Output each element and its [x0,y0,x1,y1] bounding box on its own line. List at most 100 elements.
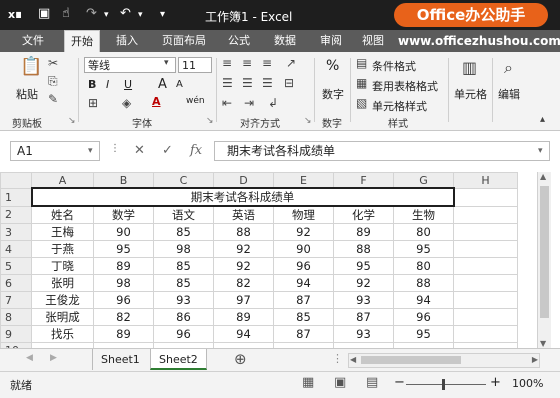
cell[interactable]: 98 [93,274,154,292]
cell[interactable]: 90 [93,223,154,241]
cell[interactable]: 92 [333,274,394,292]
scroll-left-icon[interactable]: ◀ [350,355,356,364]
tab-view[interactable]: 视图 [360,30,386,52]
font-size-combo[interactable]: 11 [178,57,212,73]
clipboard-launcher-icon[interactable]: ↘ [68,116,76,126]
column-header[interactable]: F [333,172,394,189]
cell[interactable]: 88 [213,223,274,241]
cell[interactable] [453,257,518,275]
cell[interactable]: 94 [393,291,454,309]
align-top-icon[interactable]: ≡ [222,56,232,70]
shrink-font-button[interactable]: A [176,79,183,90]
header-cell[interactable]: 姓名 [31,205,94,224]
tab-home[interactable]: 开始 [64,30,100,53]
number-group-button[interactable]: 数字 [322,86,344,102]
cell[interactable]: 89 [93,325,154,343]
cell[interactable]: 86 [153,308,214,326]
alignment-launcher-icon[interactable]: ↘ [304,116,312,126]
undo-icon[interactable]: ↶ [120,6,131,21]
cell[interactable]: 于燕 [31,240,94,258]
merge-center-icon[interactable]: ⊟ [284,76,294,90]
format-as-table-button[interactable]: 套用表格格式 [372,78,438,94]
align-bottom-icon[interactable]: ≡ [262,56,272,70]
orientation-icon[interactable]: ↗ [286,56,296,70]
wrap-text-icon[interactable]: ↲ [268,96,278,110]
cell[interactable]: 87 [273,291,334,309]
cell[interactable]: 95 [393,325,454,343]
formula-input[interactable]: 期末考试各科成绩单 [214,141,550,161]
tab-insert[interactable]: 插入 [114,30,140,52]
column-header[interactable]: G [393,172,454,189]
enter-icon[interactable]: ✓ [162,143,173,158]
cut-icon[interactable]: ✂ [48,56,58,70]
header-cell[interactable]: 物理 [273,205,334,224]
cell[interactable] [453,291,518,309]
align-center-icon[interactable]: ☰ [242,76,253,90]
new-sheet-icon[interactable]: ⊕ [234,350,247,368]
cell[interactable]: 95 [93,240,154,258]
cell[interactable]: 85 [153,274,214,292]
next-sheet-icon[interactable]: ▶ [50,353,57,363]
cell[interactable]: 98 [153,240,214,258]
cell[interactable]: 96 [93,291,154,309]
cell[interactable] [453,274,518,292]
cell[interactable]: 85 [273,308,334,326]
redo-dropdown-icon[interactable]: ▾ [104,10,109,20]
scroll-right-icon[interactable]: ▶ [532,355,538,364]
cell[interactable]: 82 [93,308,154,326]
save-icon[interactable]: ▣ [38,6,50,21]
tab-review[interactable]: 审阅 [318,30,344,52]
cell[interactable]: 94 [273,274,334,292]
align-left-icon[interactable]: ☰ [222,76,233,90]
select-all-corner[interactable] [0,172,32,189]
paste-button[interactable]: 粘贴 [16,86,38,102]
column-header[interactable]: A [31,172,94,189]
column-header[interactable]: B [93,172,154,189]
normal-view-icon[interactable]: ▦ [302,375,314,390]
cell-styles-icon[interactable]: ▧ [356,96,367,110]
cell[interactable]: 80 [393,223,454,241]
cell[interactable]: 93 [333,325,394,343]
cell-styles-button[interactable]: 单元格样式 [372,98,427,114]
row-header[interactable]: 5 [0,257,32,275]
scroll-down-icon[interactable]: ▼ [540,339,546,348]
increase-indent-icon[interactable]: ⇥ [244,96,254,110]
font-name-dropdown-icon[interactable]: ▾ [164,58,169,68]
row-header[interactable]: 7 [0,291,32,309]
editing-button[interactable]: 编辑 [498,86,520,102]
cell[interactable]: 93 [333,291,394,309]
phonetic-button[interactable]: wén [186,96,205,106]
font-color-button[interactable]: A [152,95,161,108]
cell[interactable]: 王梅 [31,223,94,241]
redo-icon[interactable]: ↷ [86,6,97,21]
cells-button[interactable]: 单元格 [454,86,487,102]
tab-file[interactable]: 文件 [20,30,46,52]
cell[interactable] [453,308,518,326]
row-header[interactable]: 9 [0,325,32,343]
cell[interactable] [453,187,518,207]
prev-sheet-icon[interactable]: ◀ [26,353,33,363]
cell[interactable]: 82 [213,274,274,292]
page-layout-view-icon[interactable]: ▣ [334,375,346,390]
column-header[interactable]: C [153,172,214,189]
sheet-tab-sheet1[interactable]: Sheet1 [92,349,148,370]
font-launcher-icon[interactable]: ↘ [206,116,214,126]
header-cell[interactable]: 化学 [333,205,394,224]
cell[interactable]: 96 [153,325,214,343]
cell[interactable]: 87 [333,308,394,326]
horizontal-scrollbar[interactable]: ◀ ▶ [348,353,540,368]
cell[interactable]: 85 [153,223,214,241]
row-header[interactable]: 6 [0,274,32,292]
binoculars-icon[interactable]: ⌕ [504,58,513,78]
cell[interactable]: 王俊龙 [31,291,94,309]
cell[interactable]: 95 [333,257,394,275]
align-right-icon[interactable]: ☰ [262,76,273,90]
cell[interactable]: 85 [153,257,214,275]
tab-data[interactable]: 数据 [272,30,298,52]
conditional-format-button[interactable]: 条件格式 [372,58,416,74]
cell[interactable]: 张明成 [31,308,94,326]
copy-icon[interactable]: ⎘ [48,74,58,89]
undo-dropdown-icon[interactable]: ▾ [138,10,143,20]
align-middle-icon[interactable]: ≡ [242,56,252,70]
header-cell[interactable]: 数学 [93,205,154,224]
